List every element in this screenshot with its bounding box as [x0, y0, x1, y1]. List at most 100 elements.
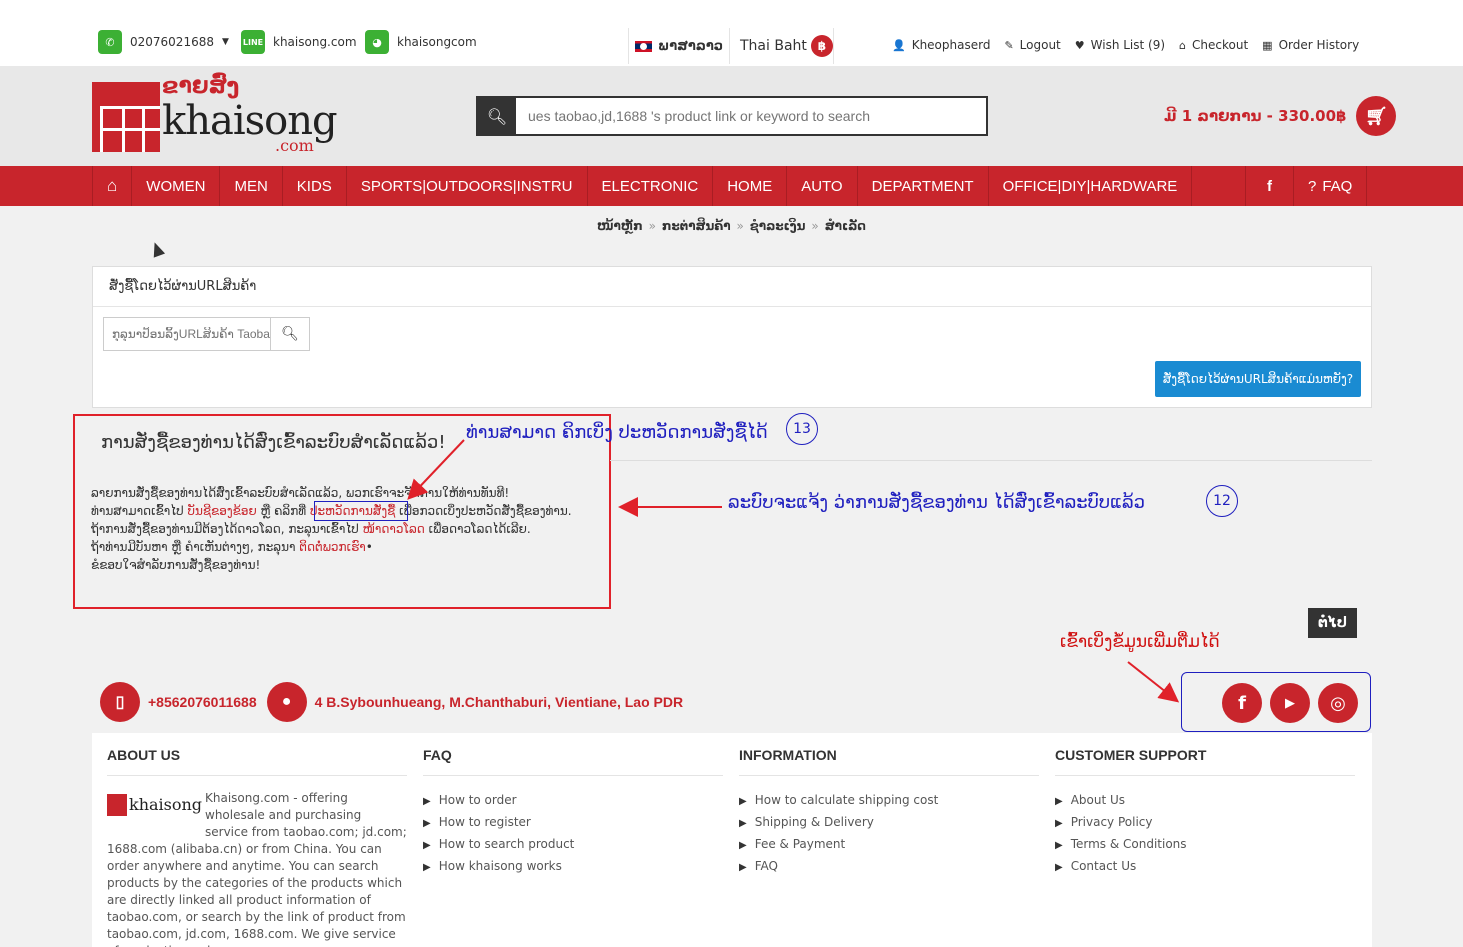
- phone-number: 02076021688: [130, 35, 214, 49]
- my-account-link[interactable]: ບັນຊີຂອງຂ້ອຍ: [187, 504, 256, 518]
- line2-text-c: ເພື່ອກວດເບິ່ງປະຫວັດສັ່ງຊື້ຂອງທ່ານ.: [395, 504, 572, 518]
- info-link-fee[interactable]: Fee & Payment: [739, 834, 1039, 856]
- header: ຂາຍສົ່ງ khaisong .com 🔍︎ ມີ 1 ລາຍການ - 3…: [0, 66, 1463, 166]
- nav-right: f ? FAQ: [1245, 166, 1368, 206]
- currency-label: Thai Baht: [740, 38, 807, 54]
- wishlist-link[interactable]: ♥ Wish List (9): [1075, 38, 1165, 52]
- info-title: INFORMATION: [739, 747, 1039, 776]
- youtube-icon[interactable]: ▶: [1270, 683, 1310, 723]
- nav-item-electronic[interactable]: ELECTRONIC: [588, 166, 714, 206]
- footer: ABOUT US khaisong Khaisong.com - offerin…: [92, 733, 1372, 947]
- support-link-contact[interactable]: Contact Us: [1055, 856, 1355, 878]
- line2-text-b: ຫຼື ຄລິກທີ່: [256, 504, 310, 518]
- question-icon: ?: [1308, 177, 1317, 195]
- logo-lao-text: ຂາຍສົ່ງ: [162, 74, 240, 99]
- url-search-button[interactable]: 🔍︎: [270, 317, 310, 351]
- nav-item-sports[interactable]: SPORTS|OUTDOORS|INSTRU: [347, 166, 588, 206]
- wechat-id: khaisongcom: [397, 35, 477, 49]
- nav-item-office[interactable]: OFFICE|DIY|HARDWARE: [989, 166, 1193, 206]
- success-line-1: ລາຍການສັ່ງຊື້ຂອງທ່ານໄດ້ສົ່ງເຂົ້າລະບົບສຳເ…: [91, 486, 510, 500]
- contact-bar: ▯ +8562076011688 ● 4 B.Sybounhueang, M.C…: [100, 682, 683, 722]
- instagram-icon[interactable]: ◎: [1318, 683, 1358, 723]
- logout-label: Logout: [1019, 38, 1061, 52]
- wechat-icon: ◕: [365, 30, 389, 54]
- faq-title: FAQ: [423, 747, 723, 776]
- search-bar: 🔍︎: [476, 96, 988, 136]
- wechat-contact[interactable]: ◕ khaisongcom: [365, 30, 477, 54]
- breadcrumb-home[interactable]: ໜ້າຫຼັກ: [597, 219, 643, 233]
- language-selector[interactable]: ພາສາລາວ: [628, 28, 730, 64]
- success-line-5: ຂໍຂອບໃຈສຳລັບການສັ່ງຊື້ຂອງທ່ານ!: [91, 558, 261, 572]
- info-link-faq[interactable]: FAQ: [739, 856, 1039, 878]
- support-link-privacy[interactable]: Privacy Policy: [1055, 812, 1355, 834]
- download-link[interactable]: ໜ້າດາວໂລດ: [363, 522, 425, 536]
- facebook-nav-button[interactable]: f: [1246, 166, 1294, 206]
- url-input[interactable]: [103, 317, 271, 351]
- url-order-panel: ສັ່ງຊື້ໂດຍໄວ້ຜ່ານURLສິນຄ້າ 🔍︎ ສັ່ງຊື້ໂດຍ…: [92, 266, 1372, 408]
- user-links: 👤 Kheophaserd ✎ Logout ♥ Wish List (9) ⌂ Che…: [892, 38, 1373, 52]
- annotation-13-badge: 13: [786, 413, 818, 445]
- arrow-social: [1127, 661, 1180, 703]
- info-link-delivery[interactable]: Shipping & Delivery: [739, 812, 1039, 834]
- nav-item-kids[interactable]: KIDS: [283, 166, 347, 206]
- footer-faq: FAQ How to order How to register How to …: [423, 747, 723, 878]
- url-panel-title: ສັ່ງຊື້ໂດຍໄວ້ຜ່ານURLສິນຄ້າ: [93, 267, 1371, 307]
- contact-us-link[interactable]: ຕິດຕໍ່ພວກເຮົາ: [299, 540, 365, 554]
- faq-nav-button[interactable]: ? FAQ: [1294, 166, 1368, 206]
- order-history-link[interactable]: ▦ Order History: [1262, 38, 1359, 52]
- support-link-terms[interactable]: Terms & Conditions: [1055, 834, 1355, 856]
- cart-icon[interactable]: 🛒︎: [1356, 96, 1397, 136]
- nav-item-auto[interactable]: AUTO: [787, 166, 858, 206]
- facebook-icon[interactable]: f: [1222, 683, 1262, 723]
- language-label: ພາສາລາວ: [658, 38, 724, 54]
- nav-item-men[interactable]: MEN: [220, 166, 283, 206]
- search-input[interactable]: [516, 98, 986, 134]
- logout-link[interactable]: ✎ Logout: [1004, 38, 1060, 52]
- next-button[interactable]: ຕໍ່ໄປ: [1308, 608, 1357, 638]
- cart-summary[interactable]: ມີ 1 ລາຍການ - 330.00฿ 🛒︎: [1164, 96, 1397, 136]
- checkout-link[interactable]: ⌂ Checkout: [1179, 38, 1248, 52]
- nav-item-department[interactable]: DEPARTMENT: [858, 166, 989, 206]
- support-link-about[interactable]: About Us: [1055, 790, 1355, 812]
- home-button[interactable]: ⌂: [93, 166, 133, 206]
- main-nav: ⌂ WOMEN MEN KIDS SPORTS|OUTDOORS|INSTRU …: [0, 166, 1463, 206]
- line-contact[interactable]: LINE khaisong.com: [241, 30, 357, 54]
- currency-selector[interactable]: Thai Baht ฿: [730, 28, 834, 64]
- breadcrumb-cart[interactable]: ກະຕ່າສິນຄ້າ: [662, 219, 731, 233]
- logo-com: .com: [275, 136, 314, 155]
- how-url-order-button[interactable]: ສັ່ງຊື້ໂດຍໄວ້ຜ່ານURLສິນຄ້າແມ່ນຫຍັງ?: [1155, 361, 1361, 397]
- info-link-shipping-cost[interactable]: How to calculate shipping cost: [739, 790, 1039, 812]
- annotation-social-text: ເຂົ້າເບິ່ງຂໍ້ມູນເພີ່ມຕື່ມໄດ້: [1060, 632, 1220, 652]
- support-title: CUSTOMER SUPPORT: [1055, 747, 1355, 776]
- faq-link-order[interactable]: How to order: [423, 790, 723, 812]
- chevron-down-icon[interactable]: ▼: [222, 37, 229, 47]
- order-history-label: Order History: [1278, 38, 1360, 52]
- faq-link-register[interactable]: How to register: [423, 812, 723, 834]
- site-logo[interactable]: ຂາຍສົ່ງ khaisong .com: [92, 74, 352, 156]
- nav-item-women[interactable]: WOMEN: [132, 166, 221, 206]
- nav-item-home[interactable]: HOME: [713, 166, 788, 206]
- calendar-icon: ▦: [1262, 39, 1273, 52]
- wishlist-label: Wish List (9): [1090, 38, 1166, 52]
- phone-contact[interactable]: ✆ 02076021688 ▼: [98, 30, 229, 54]
- footer-about: ABOUT US khaisong Khaisong.com - offerin…: [107, 747, 407, 947]
- annotation-13-text: ທ່ານສາມາດ ຄິກເບິ່ງ ປະຫວັດການສັ່ງຊື້ໄດ້: [466, 422, 768, 443]
- faq-link-works[interactable]: How khaisong works: [423, 856, 723, 878]
- contact-address: 4 B.Sybounhueang, M.Chanthaburi, Vientia…: [314, 694, 684, 710]
- footer-information: INFORMATION How to calculate shipping co…: [739, 747, 1039, 878]
- annotation-highlight-box: [314, 501, 408, 521]
- breadcrumb-payment[interactable]: ຊຳລະເງິນ: [750, 219, 806, 233]
- faq-link-search[interactable]: How to search product: [423, 834, 723, 856]
- mouse-cursor: [148, 240, 166, 258]
- account-link[interactable]: 👤 Kheophaserd: [892, 38, 990, 52]
- success-title: ການສັ່ງຊື້ຂອງທ່ານໄດ້ສົ່ງເຂົ້າລະບົບສຳເລັດ…: [101, 432, 446, 453]
- search-button[interactable]: 🔍︎: [478, 98, 516, 134]
- annotation-12-text: ລະບົບຈະແຈ້ງ ວ່າການສັ່ງຊື້ຂອງທ່ານ ໄດ້ສົ່ງ…: [728, 492, 1146, 513]
- laos-flag-icon: [635, 40, 652, 52]
- logo-mark: [92, 82, 160, 152]
- line3-text-a: ຖ້າການສັ່ງຊື້ຂອງທ່ານມີຕ້ອງໄດ້ດາວໂລດ, ກະລ…: [91, 522, 363, 536]
- line4-text-b: •: [365, 540, 373, 554]
- success-line-4: ຖ້າທ່ານມີບັນຫາ ຫຼື ຄຳເຫັນຕ່າງໆ, ກະລຸນາ ຕ…: [91, 540, 373, 554]
- line3-text-b: ເພື່ອດາວໂລດໄດ້ເລີຍ.: [424, 522, 531, 536]
- mobile-icon: ▯: [100, 682, 140, 722]
